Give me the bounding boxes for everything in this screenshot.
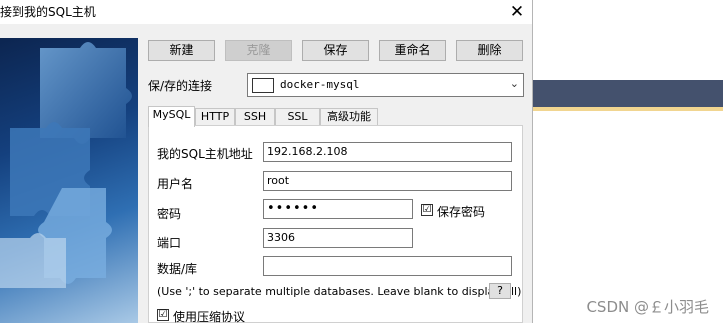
username-input[interactable]: root	[263, 171, 512, 191]
background-app	[533, 0, 723, 323]
tab-http[interactable]: HTTP	[195, 108, 235, 126]
delete-button[interactable]: 删除	[456, 40, 523, 61]
database-hint: (Use ';' to separate multiple databases.…	[157, 285, 522, 298]
host-input[interactable]: 192.168.2.108	[263, 142, 512, 162]
rename-button[interactable]: 重命名	[379, 40, 446, 61]
save-password-label: 保存密码	[437, 205, 486, 219]
tab-mysql[interactable]: MySQL	[148, 106, 195, 127]
close-icon[interactable]: ✕	[506, 1, 528, 23]
username-label: 用户名	[157, 177, 194, 191]
window-title: 接到我的SQL主机	[0, 5, 96, 19]
tab-ssh[interactable]: SSH	[235, 108, 275, 126]
host-label: 我的SQL主机地址	[157, 147, 253, 161]
background-header-band	[533, 80, 723, 107]
save-button[interactable]: 保存	[302, 40, 369, 61]
compression-checkbox[interactable]: ☑	[157, 309, 169, 321]
tab-advanced[interactable]: 高级功能	[320, 108, 378, 126]
database-input[interactable]	[263, 256, 512, 276]
saved-connection-select[interactable]: docker-mysql ⌄	[247, 73, 524, 97]
puzzle-pieces-graphic	[0, 42, 132, 288]
connection-dialog: 接到我的SQL主机 ✕ 新建 克隆 保存 重命名 删除 保/存的连接 docke…	[0, 0, 533, 324]
help-button[interactable]: ?	[489, 283, 511, 299]
port-label: 端口	[157, 236, 182, 250]
saved-connection-value: docker-mysql	[280, 78, 360, 91]
background-accent-line	[533, 107, 723, 111]
title-bar: 接到我的SQL主机 ✕	[0, 0, 532, 24]
tab-bar: MySQL HTTP SSH SSL 高级功能	[148, 106, 528, 127]
save-password-checkbox[interactable]: ☑	[421, 204, 433, 216]
clone-button[interactable]: 克隆	[225, 40, 292, 61]
watermark: CSDN @￡小羽毛	[586, 298, 709, 316]
saved-connection-label: 保/存的连接	[148, 79, 213, 93]
password-input[interactable]: ••••••	[263, 199, 413, 219]
connection-color-swatch	[252, 78, 274, 93]
new-button[interactable]: 新建	[148, 40, 215, 61]
chevron-down-icon[interactable]: ⌄	[510, 77, 519, 90]
port-input[interactable]: 3306	[263, 228, 413, 248]
tab-ssl[interactable]: SSL	[275, 108, 320, 126]
database-label: 数据/库	[157, 262, 198, 276]
compression-label: 使用压缩协议	[173, 310, 246, 324]
puzzle-image	[0, 38, 138, 323]
password-label: 密码	[157, 207, 182, 221]
